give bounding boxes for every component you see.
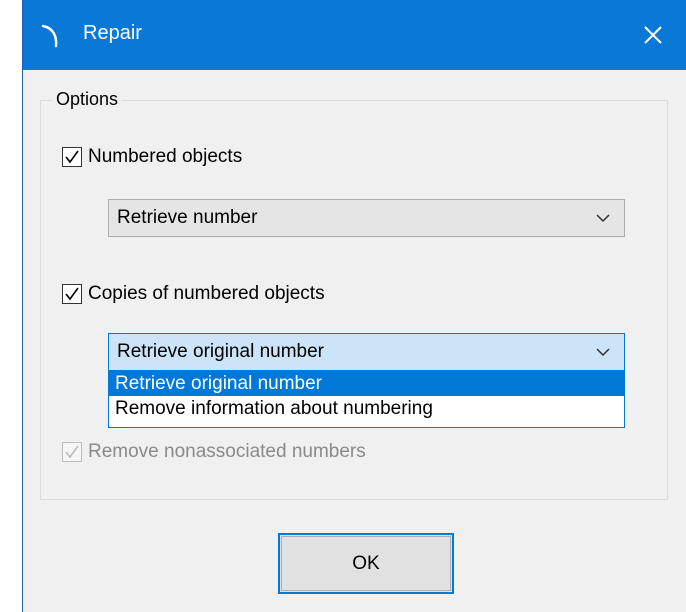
ok-button[interactable]: OK xyxy=(278,533,454,594)
title-bar[interactable]: Repair xyxy=(23,0,686,70)
numbered-objects-select-value: Retrieve number xyxy=(117,207,258,228)
copies-numbered-objects-select-value: Retrieve original number xyxy=(117,341,324,362)
copies-numbered-objects-label: Copies of numbered objects xyxy=(88,283,325,304)
close-button[interactable] xyxy=(620,0,686,70)
copies-numbered-objects-checkbox[interactable]: Copies of numbered objects xyxy=(62,283,325,305)
copies-numbered-objects-select[interactable]: Retrieve original number xyxy=(108,333,625,371)
checkbox-box[interactable] xyxy=(62,284,82,304)
ok-button-label: OK xyxy=(352,552,380,574)
chevron-down-icon xyxy=(596,348,610,357)
checkbox-box xyxy=(62,442,82,462)
checkbox-box[interactable] xyxy=(62,147,82,167)
numbered-objects-checkbox[interactable]: Numbered objects xyxy=(62,146,242,168)
chevron-down-icon xyxy=(596,214,610,223)
options-group-label: Options xyxy=(52,89,123,110)
copies-numbered-objects-dropdown-list: Retrieve original number Remove informat… xyxy=(108,370,625,428)
numbered-objects-select[interactable]: Retrieve number xyxy=(108,199,625,237)
window-title: Repair xyxy=(83,22,142,44)
dropdown-option-retrieve-original-number[interactable]: Retrieve original number xyxy=(109,371,624,396)
remove-nonassociated-label: Remove nonassociated numbers xyxy=(88,441,366,462)
close-icon xyxy=(644,26,662,44)
checkmark-icon xyxy=(65,150,79,164)
checkmark-icon xyxy=(65,445,79,459)
checkmark-icon xyxy=(65,287,79,301)
app-logo-icon xyxy=(41,24,58,48)
remove-nonassociated-checkbox: Remove nonassociated numbers xyxy=(62,441,366,463)
numbered-objects-label: Numbered objects xyxy=(88,146,243,167)
dropdown-option-remove-numbering-info[interactable]: Remove information about numbering xyxy=(109,396,624,421)
